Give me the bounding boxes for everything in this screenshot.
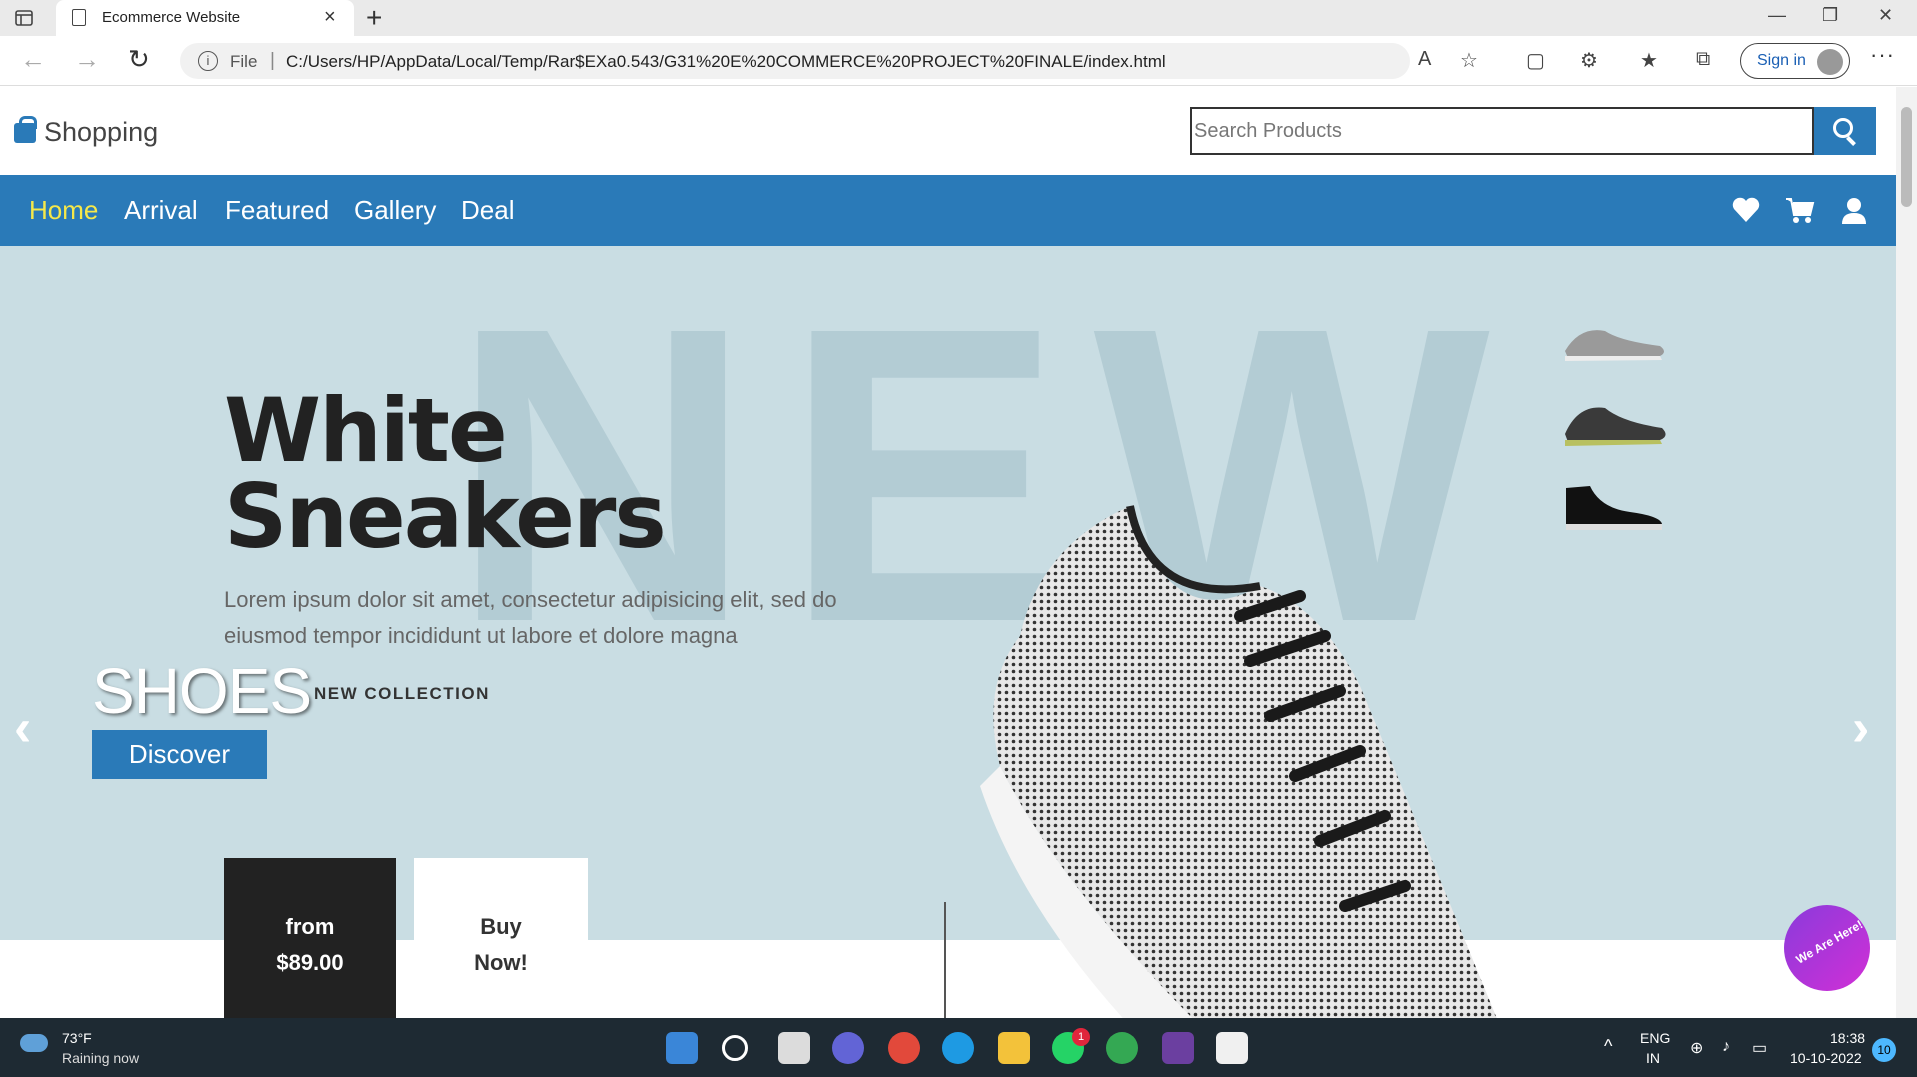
browser-toolbar: ← → ↻ i File | C:/Users/HP/AppData/Local…: [0, 36, 1917, 86]
nav-gallery[interactable]: Gallery: [354, 195, 436, 226]
teams-chat-icon[interactable]: [832, 1032, 864, 1064]
close-tab-icon[interactable]: ×: [324, 6, 336, 29]
site-logo[interactable]: Shopping: [14, 116, 159, 148]
site-header: Shopping: [0, 87, 1896, 175]
hero-slider: NEW White Sneakers Lorem ipsum dolor sit…: [0, 246, 1896, 1018]
nav-deal[interactable]: Deal: [461, 195, 514, 226]
favorite-add-icon[interactable]: ☆: [1460, 48, 1478, 73]
read-aloud-icon[interactable]: A: [1418, 48, 1431, 71]
search-taskbar-icon[interactable]: [722, 1035, 748, 1061]
price-value: $89.00: [276, 950, 344, 975]
user-icon[interactable]: [1842, 197, 1866, 230]
language-line2: IN: [1646, 1050, 1660, 1066]
volume-icon[interactable]: ♪: [1722, 1038, 1730, 1056]
rain-cloud-icon: [20, 1034, 48, 1052]
scheme-label: File: [230, 52, 258, 71]
discover-button[interactable]: Discover: [92, 730, 267, 779]
back-icon[interactable]: ←: [20, 44, 46, 75]
file-explorer-icon[interactable]: [998, 1032, 1030, 1064]
avatar: [1817, 49, 1843, 75]
tray-chevron-icon[interactable]: ^: [1604, 1036, 1612, 1057]
windows-start-icon[interactable]: [666, 1032, 698, 1064]
info-icon[interactable]: i: [198, 51, 218, 71]
slider-next-icon[interactable]: ›: [1852, 698, 1869, 758]
clock-time[interactable]: 18:38: [1830, 1030, 1865, 1046]
window-close-icon[interactable]: ✕: [1878, 5, 1893, 26]
whatsapp-badge: 1: [1072, 1028, 1090, 1046]
chat-widget-label: We Are Here!: [1793, 917, 1866, 967]
address-bar[interactable]: i File | C:/Users/HP/AppData/Local/Temp/…: [180, 43, 1410, 79]
browser-tab[interactable]: Ecommerce Website ×: [56, 0, 354, 36]
logo-text: Shopping: [44, 117, 159, 147]
signin-button[interactable]: Sign in: [1740, 43, 1850, 79]
address-separator: |: [270, 50, 275, 71]
shoes-heading: SHOES: [92, 655, 312, 727]
page-icon: [72, 9, 86, 26]
task-view-icon[interactable]: [778, 1032, 810, 1064]
nav-featured[interactable]: Featured: [225, 195, 329, 226]
search-button[interactable]: [1814, 107, 1876, 155]
hero-divider: [944, 902, 946, 1018]
language-line1[interactable]: ENG: [1640, 1030, 1670, 1046]
sneaker-thumbnail-grey[interactable]: [1560, 316, 1670, 371]
chrome-profile-icon[interactable]: [1106, 1032, 1138, 1064]
hero-title: White Sneakers: [224, 379, 667, 568]
slider-prev-icon[interactable]: ‹: [14, 698, 31, 758]
terminal-app-icon[interactable]: [1162, 1032, 1194, 1064]
more-options-icon[interactable]: ···: [1870, 42, 1895, 68]
browser-collections-icon[interactable]: ⧉: [1696, 48, 1710, 71]
nav-arrival[interactable]: Arrival: [124, 195, 198, 226]
sneaker-thumbnail-dark[interactable]: [1560, 396, 1670, 456]
reload-icon[interactable]: ↻: [128, 44, 150, 75]
snipping-tool-icon[interactable]: [1216, 1032, 1248, 1064]
nav-home[interactable]: Home: [29, 195, 98, 226]
favorites-icon[interactable]: ★: [1640, 48, 1658, 73]
edge-icon[interactable]: [942, 1032, 974, 1064]
search-input[interactable]: [1190, 107, 1814, 155]
signin-label: Sign in: [1757, 52, 1806, 69]
notification-badge[interactable]: 10: [1872, 1038, 1896, 1062]
clock-date: 10-10-2022: [1790, 1050, 1862, 1066]
minimize-icon[interactable]: —: [1768, 5, 1786, 26]
tab-actions-icon[interactable]: [14, 8, 34, 28]
hero-description: Lorem ipsum dolor sit amet, consectetur …: [224, 587, 837, 648]
battery-icon[interactable]: ▭: [1752, 1038, 1767, 1058]
scroll-thumb[interactable]: [1901, 107, 1912, 207]
page-scrollbar[interactable]: [1896, 87, 1917, 1018]
tab-title: Ecommerce Website: [102, 9, 241, 26]
cart-icon[interactable]: [1785, 197, 1815, 230]
heart-icon[interactable]: [1732, 197, 1760, 228]
price-from-label: from: [285, 914, 335, 939]
site-navigation: Home Arrival Featured Gallery Deal: [0, 175, 1896, 246]
sneaker-hero-image: [940, 486, 1640, 1018]
weather-desc: Raining now: [62, 1050, 140, 1066]
forward-icon[interactable]: →: [74, 44, 100, 75]
url-text[interactable]: C:/Users/HP/AppData/Local/Temp/Rar$EXa0.…: [286, 52, 1166, 72]
extensions-icon[interactable]: ⚙: [1580, 48, 1598, 73]
search-icon: [1833, 118, 1853, 138]
browser-tab-strip: Ecommerce Website × + — ❐ ✕: [0, 0, 1917, 36]
collections-icon[interactable]: ▢: [1526, 48, 1545, 73]
windows-taskbar: 73°F Raining now 1 ^ ENG IN ⊕ ♪ ▭ 18:38 …: [0, 1018, 1917, 1077]
network-icon[interactable]: ⊕: [1690, 1038, 1703, 1058]
chat-widget-button[interactable]: We Are Here!: [1784, 905, 1870, 991]
new-tab-button[interactable]: +: [366, 2, 382, 34]
collection-label: NEW COLLECTION: [314, 684, 490, 703]
price-box: from $89.00: [224, 858, 396, 1018]
buy-now-box[interactable]: Buy Now!: [414, 858, 588, 1018]
weather-temp: 73°F: [62, 1030, 92, 1046]
shopping-bag-icon: [14, 116, 37, 143]
restore-icon[interactable]: ❐: [1822, 5, 1838, 26]
chrome-icon[interactable]: [888, 1032, 920, 1064]
